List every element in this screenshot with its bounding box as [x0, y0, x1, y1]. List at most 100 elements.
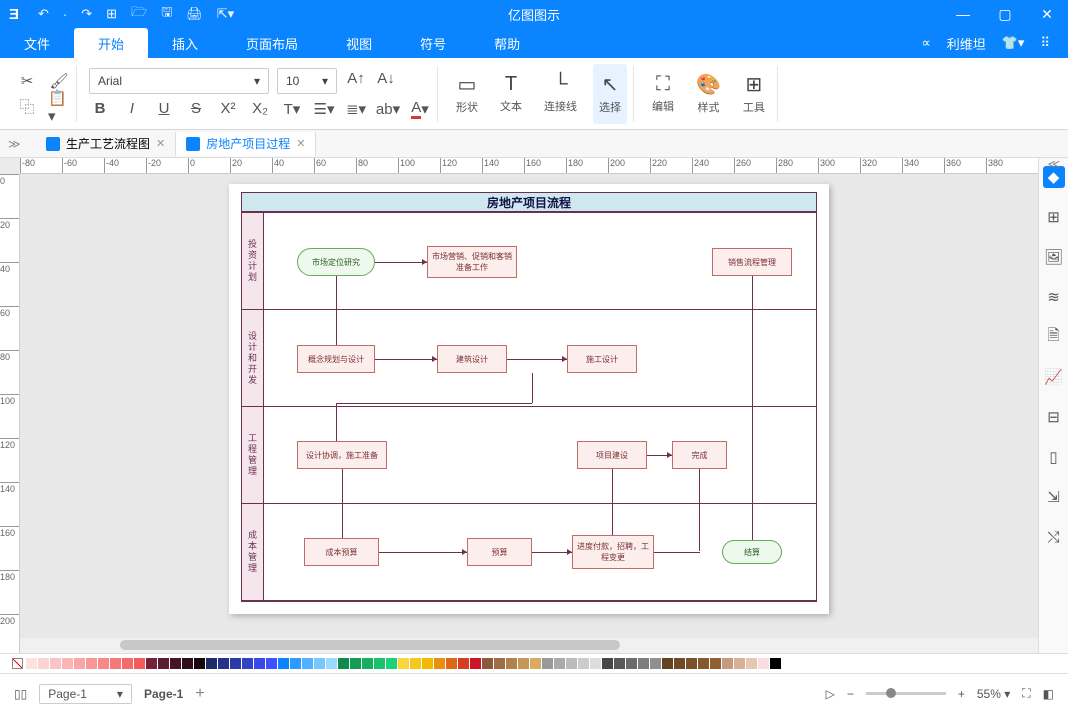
color-swatch[interactable]: [314, 658, 325, 669]
text-case-icon[interactable]: T▾: [281, 98, 303, 120]
color-swatch[interactable]: [194, 658, 205, 669]
color-swatch[interactable]: [230, 658, 241, 669]
close-button[interactable]: ✕: [1026, 0, 1068, 28]
color-swatch[interactable]: [182, 658, 193, 669]
color-swatch[interactable]: [326, 658, 337, 669]
color-swatch[interactable]: [86, 658, 97, 669]
color-swatch[interactable]: [290, 658, 301, 669]
underline-icon[interactable]: U: [153, 98, 175, 120]
cut-icon[interactable]: ✂: [16, 70, 38, 92]
theme-icon[interactable]: 👕▾: [1002, 35, 1025, 51]
panel-table-icon[interactable]: ⊟: [1043, 406, 1065, 428]
color-swatch[interactable]: [638, 658, 649, 669]
panel-shuffle-icon[interactable]: ⤭: [1043, 526, 1065, 548]
strike-icon[interactable]: S: [185, 98, 207, 120]
menu-symbol[interactable]: 符号: [396, 28, 470, 58]
color-swatch[interactable]: [50, 658, 61, 669]
color-swatch[interactable]: [734, 658, 745, 669]
color-swatch[interactable]: [170, 658, 181, 669]
node-end[interactable]: 结算: [722, 540, 782, 564]
color-swatch[interactable]: [266, 658, 277, 669]
lane-header-1[interactable]: 投资计划: [246, 239, 259, 283]
font-decrease-icon[interactable]: A↓: [375, 68, 397, 90]
node-n12[interactable]: 进度付款，招聘，工程变更: [572, 535, 654, 569]
node-n6[interactable]: 施工设计: [567, 345, 637, 373]
color-swatch[interactable]: [134, 658, 145, 669]
color-swatch[interactable]: [686, 658, 697, 669]
open-icon[interactable]: 🗁: [131, 3, 147, 25]
tools-tool[interactable]: ⊞工具: [737, 64, 771, 124]
page-select[interactable]: Page-1▾: [39, 684, 132, 704]
color-swatch[interactable]: [518, 658, 529, 669]
list-icon[interactable]: ≣▾: [345, 98, 367, 120]
node-n4[interactable]: 概念规划与设计: [297, 345, 375, 373]
highlight-icon[interactable]: ab▾: [377, 98, 399, 120]
node-start[interactable]: 市场定位研究: [297, 248, 375, 276]
redo-icon[interactable]: ↷: [81, 6, 92, 22]
node-n9[interactable]: 完成: [672, 441, 727, 469]
color-swatch[interactable]: [578, 658, 589, 669]
zoom-level[interactable]: 55% ▾: [977, 687, 1010, 701]
zoom-in-button[interactable]: +: [958, 687, 965, 701]
subscript-icon[interactable]: X₂: [249, 98, 271, 120]
menu-view[interactable]: 视图: [322, 28, 396, 58]
align-icon[interactable]: ☰▾: [313, 98, 335, 120]
node-n3[interactable]: 销售流程管理: [712, 248, 792, 276]
color-swatch[interactable]: [254, 658, 265, 669]
node-n7[interactable]: 设计协调，施工准备: [297, 441, 387, 469]
color-swatch[interactable]: [302, 658, 313, 669]
color-swatch[interactable]: [350, 658, 361, 669]
menu-layout[interactable]: 页面布局: [222, 28, 322, 58]
doc-tab-2[interactable]: 房地产项目过程✕: [176, 132, 316, 156]
color-swatch[interactable]: [98, 658, 109, 669]
paste-icon[interactable]: 📋▾: [48, 96, 70, 118]
color-swatch[interactable]: [386, 658, 397, 669]
color-swatch[interactable]: [146, 658, 157, 669]
color-swatch[interactable]: [506, 658, 517, 669]
collapse-tabs-icon[interactable]: ≫: [8, 137, 21, 151]
node-n2[interactable]: 市场营销、促销和客销准备工作: [427, 246, 517, 278]
color-swatch[interactable]: [158, 658, 169, 669]
menu-file[interactable]: 文件: [0, 28, 74, 58]
italic-icon[interactable]: I: [121, 98, 143, 120]
swimlane-container[interactable]: 投资计划 设计和开发 工程管理 成本管理 市场定位研究 市场营销、促销和客销准备…: [241, 212, 817, 602]
color-swatch[interactable]: [566, 658, 577, 669]
color-swatch[interactable]: [698, 658, 709, 669]
panel-chart-icon[interactable]: 📈: [1043, 366, 1065, 388]
panel-grid-icon[interactable]: ⊞: [1043, 206, 1065, 228]
font-color-icon[interactable]: A▾: [409, 98, 431, 120]
color-swatch[interactable]: [62, 658, 73, 669]
minimize-button[interactable]: —: [942, 0, 984, 28]
fit-page-icon[interactable]: ⛶: [1022, 686, 1030, 701]
color-swatch[interactable]: [650, 658, 661, 669]
font-increase-icon[interactable]: A↑: [345, 68, 367, 90]
user-name[interactable]: 利维坦: [947, 34, 986, 53]
lane-header-4[interactable]: 成本管理: [246, 530, 259, 574]
panel-doc-icon[interactable]: 🗎: [1043, 326, 1065, 348]
color-swatch[interactable]: [470, 658, 481, 669]
panel-image-icon[interactable]: 🖼: [1043, 246, 1065, 268]
expand-panel-icon[interactable]: ≪: [1047, 157, 1060, 171]
undo-icon[interactable]: ↶: [38, 6, 49, 22]
close-tab-icon[interactable]: ✕: [296, 137, 305, 150]
print-icon[interactable]: 🖨: [186, 6, 203, 22]
color-swatch[interactable]: [770, 658, 781, 669]
color-swatch[interactable]: [542, 658, 553, 669]
page-view-icon[interactable]: ▯▯: [14, 687, 27, 701]
color-swatch[interactable]: [410, 658, 421, 669]
color-swatch[interactable]: [758, 658, 769, 669]
add-page-button[interactable]: +: [195, 685, 204, 703]
play-icon[interactable]: ▷: [826, 687, 835, 701]
color-swatch[interactable]: [122, 658, 133, 669]
color-swatch[interactable]: [446, 658, 457, 669]
color-swatch[interactable]: [746, 658, 757, 669]
connector-tool[interactable]: └连接线: [538, 64, 583, 124]
color-swatch[interactable]: [722, 658, 733, 669]
shape-tool[interactable]: ▭形状: [450, 64, 484, 124]
color-swatch[interactable]: [626, 658, 637, 669]
bold-icon[interactable]: B: [89, 98, 111, 120]
page-tab[interactable]: Page-1: [144, 687, 183, 701]
color-swatch[interactable]: [398, 658, 409, 669]
color-swatch[interactable]: [662, 658, 673, 669]
save-icon[interactable]: 🖫: [161, 3, 172, 25]
